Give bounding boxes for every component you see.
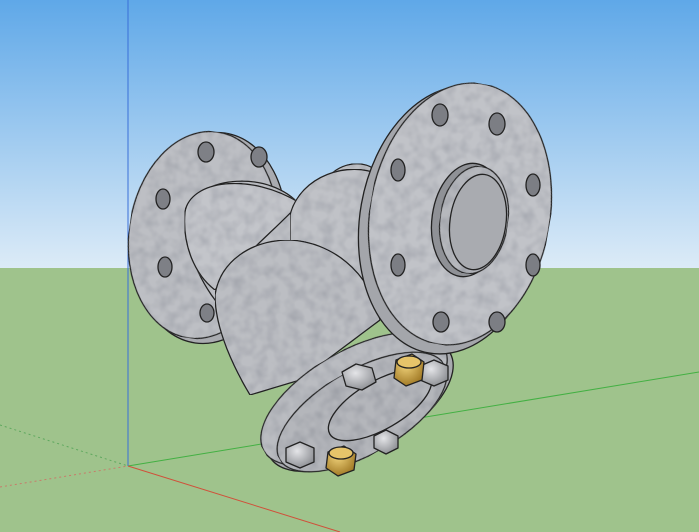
scene-canvas[interactable] — [0, 0, 699, 532]
sketchup-viewport[interactable] — [0, 0, 699, 532]
bolt-head — [285, 441, 315, 469]
bolt-head — [373, 429, 399, 455]
brass-plug-upper — [393, 353, 425, 387]
brass-plug-lower — [325, 445, 357, 477]
